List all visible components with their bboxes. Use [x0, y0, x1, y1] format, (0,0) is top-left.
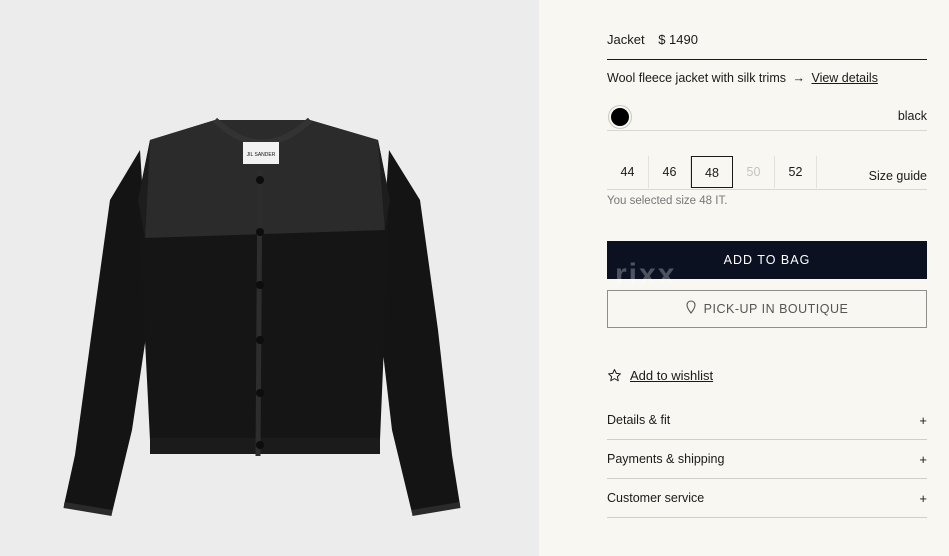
plus-icon: + [919, 413, 927, 428]
accordion-label: Details & fit [607, 413, 671, 427]
plus-icon: + [919, 491, 927, 506]
accordion-customer-service[interactable]: Customer service + [607, 479, 927, 518]
star-icon [607, 368, 622, 386]
size-selector: 44 46 48 50 52 Size guide [607, 155, 927, 190]
accordion-payments-shipping[interactable]: Payments & shipping + [607, 440, 927, 479]
product-price: $ 1490 [658, 32, 698, 47]
view-details-link[interactable]: View details [811, 71, 877, 85]
size-option-52[interactable]: 52 [775, 156, 817, 188]
size-option-50: 50 [733, 156, 775, 188]
color-swatch-black[interactable] [611, 108, 629, 126]
selected-size-note: You selected size 48 IT. [607, 195, 728, 207]
location-pin-icon [686, 292, 696, 328]
add-to-wishlist[interactable]: Add to wishlist [607, 368, 713, 386]
wishlist-label: Add to wishlist [630, 368, 714, 383]
color-selector: black [607, 104, 927, 131]
pickup-in-boutique-button[interactable]: PICK-UP IN BOUTIQUE [607, 290, 927, 328]
product-name: Jacket [607, 32, 645, 47]
pickup-label: PICK-UP IN BOUTIQUE [703, 302, 849, 316]
jacket-illustration: JIL SANDER [63, 117, 461, 516]
brand-label: JIL SANDER [247, 152, 276, 158]
title-row: Jacket $ 1490 [607, 32, 927, 60]
product-description-row: Wool fleece jacket with silk trims → Vie… [607, 71, 878, 85]
product-description: Wool fleece jacket with silk trims [607, 71, 786, 85]
accordion-details-fit[interactable]: Details & fit + [607, 401, 927, 440]
watermark: rixx [615, 258, 677, 291]
size-guide-link[interactable]: Size guide [869, 169, 927, 183]
color-name: black [897, 109, 927, 123]
size-option-44[interactable]: 44 [607, 156, 649, 188]
product-info-panel: Jacket $ 1490 Wool fleece jacket with si… [539, 0, 949, 556]
product-image: JIL SANDER [0, 0, 539, 556]
accordion-label: Customer service [607, 491, 705, 505]
arrow-right-icon: → [792, 71, 805, 85]
size-option-48[interactable]: 48 [691, 156, 733, 188]
accordion-label: Payments & shipping [607, 452, 725, 466]
size-option-46[interactable]: 46 [649, 156, 691, 188]
plus-icon: + [919, 452, 927, 467]
